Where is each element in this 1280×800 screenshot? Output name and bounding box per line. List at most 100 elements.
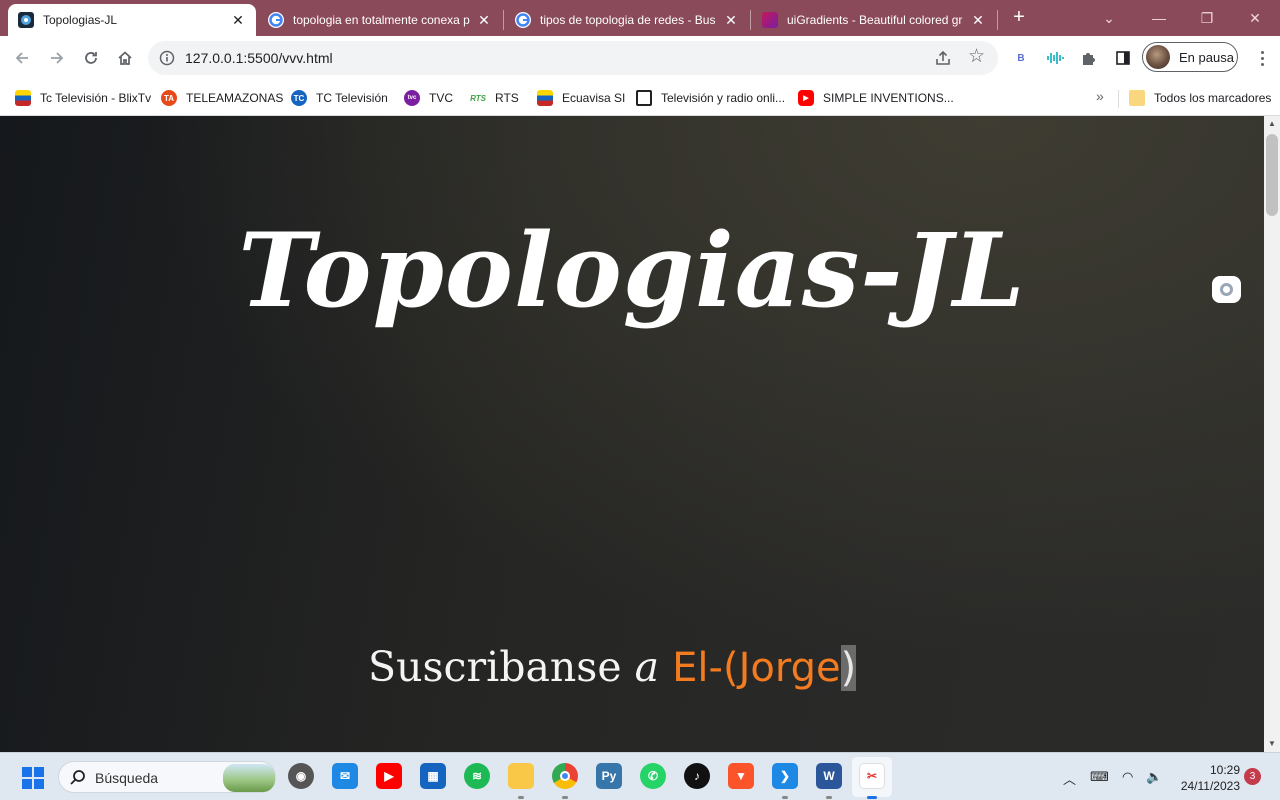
bookmark-tvc[interactable]: tvc TVC: [404, 88, 453, 108]
keyboard-icon[interactable]: ⌨: [1090, 769, 1109, 785]
word-app-icon[interactable]: W: [816, 763, 842, 789]
bookmark-rts[interactable]: RTS RTS: [470, 88, 519, 108]
tab-uigradients[interactable]: uiGradients - Beautiful colored gr ✕: [752, 4, 996, 36]
floating-extension-button[interactable]: [1212, 276, 1241, 303]
wifi-icon[interactable]: ◠: [1122, 769, 1133, 785]
rts-icon: RTS: [470, 90, 486, 106]
page-title: Topologias-JL: [238, 211, 1026, 331]
bookmarks-separator: [1118, 90, 1119, 108]
page-viewport: Topologias-JL Suscribanse a El-(Jorge): [0, 116, 1264, 752]
store-app-icon[interactable]: ▦: [420, 763, 446, 789]
tvc-icon: tvc: [404, 90, 420, 106]
running-indicator: [826, 796, 832, 799]
tab-separator: [750, 10, 751, 30]
bookmark-star-icon[interactable]: ☆: [968, 46, 985, 68]
close-tab-icon[interactable]: ✕: [723, 12, 739, 28]
tab-topologias[interactable]: Topologias-JL ✕: [8, 4, 256, 36]
brave-app-icon[interactable]: ▼: [728, 763, 754, 789]
minimize-icon[interactable]: —: [1136, 0, 1182, 36]
side-panel-icon[interactable]: [1113, 48, 1133, 68]
reload-icon[interactable]: [79, 46, 103, 70]
forward-icon[interactable]: [45, 46, 69, 70]
subscribe-line: Suscribanse a El-(Jorge): [368, 643, 857, 691]
clock-date: 24/11/2023: [1180, 779, 1240, 793]
file-explorer-icon[interactable]: [508, 763, 534, 789]
camera-app-icon[interactable]: ◉: [288, 763, 314, 789]
bookmark-ecuavisa[interactable]: Ecuavisa SI: [537, 88, 625, 108]
close-tab-icon[interactable]: ✕: [970, 12, 986, 28]
active-indicator: [867, 796, 877, 799]
search-highlight-image: [223, 764, 275, 792]
clock-time: 10:29: [1209, 763, 1240, 777]
bookmark-label: Televisión y radio onli...: [661, 91, 786, 105]
spotify-app-icon[interactable]: ≋: [464, 763, 490, 789]
browser-toolbar: 127.0.0.1:5500/vvv.html ☆ B En pausa: [0, 36, 1280, 80]
tiktok-app-icon[interactable]: ♪: [684, 763, 710, 789]
volume-icon[interactable]: 🔈: [1146, 769, 1162, 785]
profile-status: En pausa: [1179, 49, 1234, 65]
lens-icon: [1220, 283, 1233, 296]
mail-app-icon[interactable]: ✉: [332, 763, 358, 789]
close-tab-icon[interactable]: ✕: [476, 12, 492, 28]
whatsapp-app-icon[interactable]: ✆: [640, 763, 666, 789]
close-window-icon[interactable]: ✕: [1232, 0, 1278, 36]
share-icon[interactable]: [934, 49, 952, 67]
typing-cursor: ): [840, 645, 857, 691]
restore-icon[interactable]: ❐: [1184, 0, 1230, 36]
bookmark-teleamazonas[interactable]: TA TELEAMAZONAS: [161, 88, 283, 108]
scroll-down-icon[interactable]: ▼: [1264, 736, 1280, 752]
site-info-icon[interactable]: [159, 50, 175, 66]
bookmark-simple-inventions[interactable]: ▶ SIMPLE INVENTIONS...: [798, 88, 954, 108]
bookmark-label: Todos los marcadores: [1154, 91, 1272, 105]
search-label: Búsqueda: [95, 770, 159, 786]
bookmark-label: TVC: [429, 91, 453, 105]
windows-start-icon[interactable]: [22, 767, 44, 789]
scrollbar-thumb[interactable]: [1266, 134, 1278, 216]
tab-title: topologia en totalmente conexa p: [293, 13, 470, 27]
more-menu-icon[interactable]: [1252, 48, 1272, 68]
youtube-app-icon[interactable]: ▶: [376, 763, 402, 789]
profile-button[interactable]: En pausa: [1142, 42, 1238, 72]
tab-search-icon[interactable]: ⌄: [1086, 0, 1132, 36]
bookmark-tc-television-blixtv[interactable]: Tc Televisión - BlixTv: [15, 88, 151, 108]
all-bookmarks-folder[interactable]: Todos los marcadores: [1129, 88, 1271, 108]
home-icon[interactable]: [113, 46, 137, 70]
back-icon[interactable]: [10, 46, 34, 70]
tab-title: Topologias-JL: [43, 13, 118, 27]
folder-icon: [1129, 90, 1145, 106]
bookmark-label: TELEAMAZONAS: [186, 91, 284, 105]
running-indicator: [782, 796, 788, 799]
snipping-tool-icon[interactable]: ✂: [859, 763, 885, 789]
notification-badge[interactable]: 3: [1244, 768, 1261, 785]
avatar: [1146, 45, 1170, 69]
audio-wave-extension-icon[interactable]: [1045, 48, 1065, 68]
python-app-icon[interactable]: Py: [596, 763, 622, 789]
address-bar[interactable]: 127.0.0.1:5500/vvv.html ☆: [148, 41, 998, 75]
tab-google-topologia[interactable]: topologia en totalmente conexa p ✕: [258, 4, 502, 36]
bookmark-television-radio[interactable]: Televisión y radio onli...: [636, 88, 785, 108]
page-scrollbar[interactable]: ▲ ▼: [1264, 116, 1280, 752]
bookmark-label: Ecuavisa SI: [562, 91, 626, 105]
show-hidden-icons[interactable]: ︿: [1063, 769, 1076, 788]
vscode-app-icon[interactable]: ❯: [772, 763, 798, 789]
new-tab-button[interactable]: +: [1008, 6, 1030, 28]
chrome-app-icon[interactable]: [552, 763, 578, 789]
extension-b-icon[interactable]: B: [1011, 48, 1031, 68]
more-bookmarks-icon[interactable]: »: [1096, 88, 1104, 104]
uigradients-icon: [762, 12, 778, 28]
author-name: El-(Jorge: [672, 645, 841, 691]
tab-separator: [997, 10, 998, 30]
tab-separator: [503, 10, 504, 30]
scroll-up-icon[interactable]: ▲: [1264, 116, 1280, 132]
extensions-puzzle-icon[interactable]: [1079, 48, 1099, 68]
url-text[interactable]: 127.0.0.1:5500/vvv.html: [185, 50, 333, 66]
page-favicon-icon: [18, 12, 34, 28]
tab-title: tipos de topologia de redes - Bus: [540, 13, 716, 27]
bookmark-tc-television[interactable]: TC TC Televisión: [291, 88, 388, 108]
taskbar-search[interactable]: Búsqueda: [58, 761, 276, 793]
clock[interactable]: 10:29 24/11/2023: [1170, 762, 1240, 794]
tab-google-tipos[interactable]: tipos de topologia de redes - Bus ✕: [505, 4, 749, 36]
close-tab-icon[interactable]: ✕: [230, 12, 246, 28]
bookmark-label: TC Televisión: [316, 91, 388, 105]
tv-icon: [636, 90, 652, 106]
